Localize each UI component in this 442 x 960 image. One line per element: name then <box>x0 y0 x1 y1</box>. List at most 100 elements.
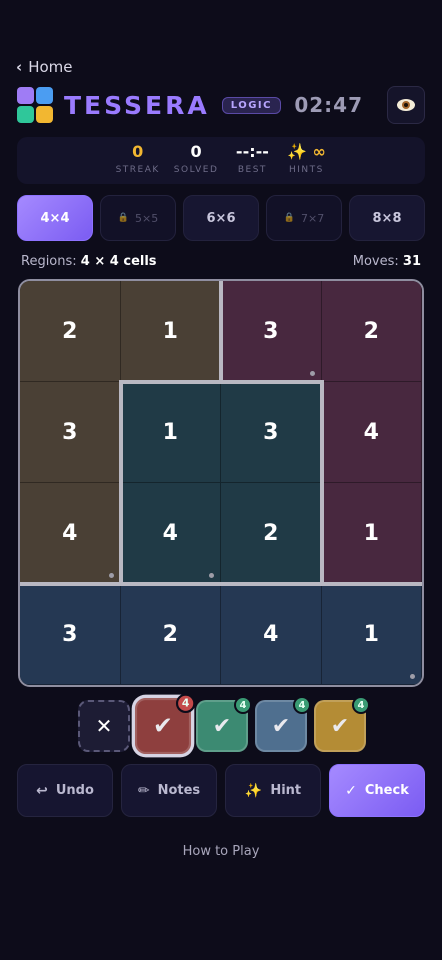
region-wall <box>20 582 123 586</box>
back-home-link[interactable]: ‹ Home <box>16 58 72 76</box>
size-tab-label: 5×5 <box>135 211 159 225</box>
reveal-button[interactable] <box>387 86 425 124</box>
board-size-tabs: 4×4 🔒 5×5 6×6 🔒 7×7 8×8 <box>17 195 425 241</box>
board-cell[interactable]: 1 <box>120 382 221 483</box>
note-dot <box>410 674 415 679</box>
pencil-icon: ✏ <box>137 782 150 799</box>
regions-value: 4 × 4 cells <box>80 254 157 269</box>
logo-tile <box>36 106 53 123</box>
board-cell[interactable]: 2 <box>20 281 121 382</box>
size-tab-label: 4×4 <box>40 210 70 226</box>
board-cell[interactable]: 4 <box>221 584 322 685</box>
puzzle-board: 2 1 3 2 3 1 3 4 4 4 2 1 3 2 4 1 <box>18 279 424 687</box>
action-label: Hint <box>270 783 302 798</box>
cell-number: 4 <box>62 520 78 546</box>
region-wall <box>219 582 324 586</box>
region-wall <box>319 380 324 485</box>
color-swatch-button[interactable]: ✔ 4 <box>255 696 311 752</box>
cell-number: 2 <box>162 621 178 647</box>
stat-streak: 0 STREAK <box>116 143 160 184</box>
swatch-count-badge: 4 <box>352 696 370 714</box>
board-cell[interactable]: 3 <box>221 281 322 382</box>
note-dot <box>108 573 114 578</box>
cell-number: 3 <box>62 419 78 445</box>
mode-badge: LOGIC <box>221 96 281 114</box>
color-swatch-button[interactable]: ✔ 4 <box>314 696 370 752</box>
cell-number: 1 <box>363 621 379 647</box>
board-cell[interactable]: 2 <box>321 281 422 382</box>
cell-number: 1 <box>363 520 379 546</box>
action-bar: ↩ Undo ✏ Notes ✨ Hint ✓ Check <box>17 764 425 817</box>
cell-number: 4 <box>363 419 379 445</box>
color-swatch-button[interactable]: ✔ 4 <box>134 693 196 755</box>
stat-solved: 0 SOLVED <box>174 143 219 184</box>
stat-label: STREAK <box>115 165 160 175</box>
board-cell[interactable]: 2 <box>120 584 221 685</box>
stat-label: HINTS <box>288 165 324 175</box>
cell-number: 3 <box>263 318 279 344</box>
region-wall <box>219 281 223 384</box>
chevron-left-icon: ‹ <box>16 58 23 76</box>
cell-number: 3 <box>263 419 279 445</box>
note-dot <box>309 371 315 376</box>
board-cell[interactable]: 1 <box>321 483 422 584</box>
board-cell[interactable]: 4 <box>321 382 422 483</box>
game-timer: 02:47 <box>294 93 363 117</box>
cell-number: 2 <box>62 318 78 344</box>
board-cell[interactable]: 4 <box>20 483 121 584</box>
check-icon: ✔ <box>212 713 232 739</box>
lock-icon: 🔒 <box>283 213 295 223</box>
board-cell[interactable]: 3 <box>20 584 121 685</box>
swatch-count-badge: 4 <box>293 696 311 714</box>
note-dot <box>209 573 214 578</box>
board-cell[interactable]: 1 <box>120 281 221 382</box>
check-icon: ✔ <box>330 713 350 739</box>
logo-tile <box>17 106 34 123</box>
region-wall <box>118 380 123 485</box>
hint-button[interactable]: ✨ Hint <box>225 764 321 817</box>
lock-icon: 🔒 <box>117 213 129 223</box>
cell-number: 2 <box>363 318 379 344</box>
board-cell[interactable]: 4 <box>120 483 221 584</box>
size-tab-7: 🔒 7×7 <box>266 195 342 241</box>
board-cell[interactable]: 2 <box>221 483 322 584</box>
action-label: Undo <box>55 783 94 798</box>
how-to-play-link[interactable]: How to Play <box>0 844 442 859</box>
info-row: Regions: 4 × 4 cells Moves: 31 <box>21 254 421 269</box>
action-label: Check <box>364 783 409 798</box>
stat-label: BEST <box>237 165 267 175</box>
check-icon: ✔ <box>153 712 173 740</box>
size-tab-6[interactable]: 6×6 <box>183 195 259 241</box>
size-tab-8[interactable]: 8×8 <box>349 195 425 241</box>
color-swatch-button[interactable]: ✔ 4 <box>196 696 252 752</box>
app-title: TESSERA <box>64 90 210 120</box>
color-palette: ✕ ✔ 4 ✔ 4 ✔ 4 ✔ 4 <box>78 693 370 755</box>
stat-label: SOLVED <box>173 165 219 175</box>
close-icon: ✕ <box>95 714 113 738</box>
stats-panel: 0 STREAK 0 SOLVED --:-- BEST ✨ ∞ HINTS <box>17 137 425 184</box>
moves-info: Moves: 31 <box>353 254 421 269</box>
region-wall <box>319 481 324 586</box>
cell-number: 2 <box>263 520 279 546</box>
regions-label: Regions: <box>21 254 77 269</box>
size-tab-4[interactable]: 4×4 <box>17 195 93 241</box>
clear-swatch-button[interactable]: ✕ <box>78 700 130 752</box>
swatch-count-badge: 4 <box>234 696 252 714</box>
size-tab-5: 🔒 5×5 <box>100 195 176 241</box>
regions-info: Regions: 4 × 4 cells <box>21 254 157 269</box>
check-icon: ✔ <box>271 713 291 739</box>
check-button[interactable]: ✓ Check <box>329 764 425 817</box>
board-cell[interactable]: 3 <box>20 382 121 483</box>
app-logo <box>17 87 53 123</box>
undo-button[interactable]: ↩ Undo <box>17 764 113 817</box>
board-cell[interactable]: 1 <box>321 584 422 685</box>
notes-button[interactable]: ✏ Notes <box>121 764 217 817</box>
check-icon: ✓ <box>345 782 357 799</box>
swatch-count-badge: 4 <box>175 693 196 714</box>
region-wall <box>319 582 422 586</box>
cell-number: 1 <box>162 318 178 344</box>
logo-tile <box>17 87 34 104</box>
cell-number: 4 <box>162 520 178 546</box>
region-wall <box>118 481 123 586</box>
board-cell[interactable]: 3 <box>221 382 322 483</box>
